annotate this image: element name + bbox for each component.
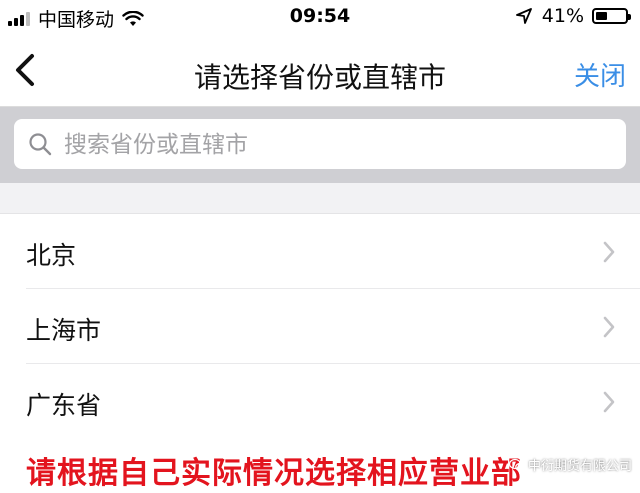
close-button[interactable]: 关闭 — [574, 56, 626, 93]
chevron-right-icon — [603, 316, 615, 338]
status-right: 41% — [515, 5, 631, 27]
search-box[interactable] — [14, 119, 626, 171]
wechat-icon — [508, 458, 525, 471]
list-item[interactable]: 北京 — [0, 214, 640, 289]
region-list: 北京 上海市 广东省 — [0, 214, 640, 439]
list-item[interactable]: 广东省 — [0, 364, 640, 439]
watermark-text: 中衍期货有限公司 — [527, 459, 632, 474]
section-gap — [0, 183, 640, 214]
watermark: 中衍期货有限公司 — [508, 455, 632, 474]
page-title: 请选择省份或直辖市 — [193, 61, 446, 94]
list-item-label: 北京 — [26, 241, 77, 270]
navigation-bar: 请选择省份或直辖市 关闭 — [0, 36, 640, 107]
battery-icon — [592, 8, 631, 24]
battery-fill — [596, 12, 608, 20]
battery-percent: 41% — [541, 5, 584, 27]
list-item-label: 上海市 — [26, 316, 102, 345]
banner-text: 请根据自己实际情况选择相应营业部 — [26, 456, 522, 491]
list-item[interactable]: 上海市 — [0, 289, 640, 364]
chevron-right-icon — [603, 241, 615, 263]
chevron-right-icon — [603, 391, 615, 413]
status-bar: 中国移动 09:54 41% — [0, 0, 640, 36]
search-icon — [29, 133, 52, 156]
chevron-left-icon — [16, 54, 34, 86]
search-area — [0, 107, 640, 183]
back-button[interactable] — [12, 50, 42, 90]
location-arrow-icon — [515, 8, 532, 24]
list-item-label: 广东省 — [26, 391, 102, 420]
search-input[interactable] — [62, 119, 616, 171]
